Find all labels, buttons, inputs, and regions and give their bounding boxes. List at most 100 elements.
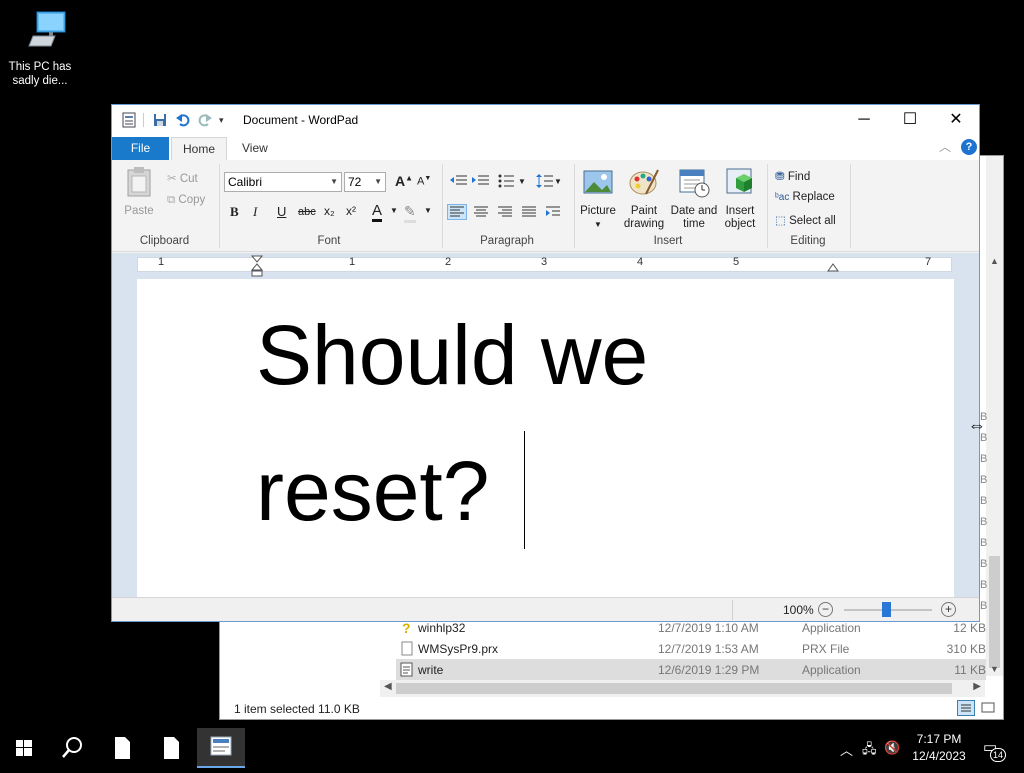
bullet-list-icon[interactable] [498,174,516,188]
clock[interactable]: 7:17 PM 12/4/2023 [905,731,973,765]
tab-file[interactable]: File [112,137,169,160]
italic-button[interactable]: I [253,204,257,220]
document-text-line[interactable]: reset? [256,443,489,540]
file-row-wmsyspr9[interactable]: WMSysPr9.prx 12/7/2019 1:53 AM PRX File … [396,638,986,659]
scissors-icon: ✂ [167,173,177,185]
tab-home[interactable]: Home [171,137,227,160]
file-size: 310 KB [946,642,986,656]
cut-label: Cut [179,173,198,185]
font-family-select[interactable]: Calibri ▼ [224,172,342,192]
scroll-right-icon[interactable]: ▶ [973,681,981,692]
right-indent-marker-icon[interactable] [827,263,839,273]
subscript-button[interactable]: x₂ [324,204,335,218]
taskbar-wordpad-button[interactable] [197,728,245,768]
search-icon [62,737,82,758]
line-spacing-icon[interactable] [536,174,554,188]
save-icon[interactable] [152,112,168,128]
wordpad-app-icon[interactable] [121,112,137,128]
details-view-icon[interactable] [957,700,975,716]
collapse-ribbon-chevron-up-icon[interactable]: ︿ [939,138,951,155]
grow-font-icon[interactable]: A▲ [395,173,413,189]
customize-qat-chevron-down-icon[interactable]: ▾ [219,115,235,131]
select-all-button[interactable]: ⬚ Select all [775,213,836,227]
zoom-level[interactable]: 100% [783,603,814,617]
redo-icon[interactable] [197,112,213,128]
ruler[interactable]: 1 1 2 3 4 5 7 [112,253,979,279]
file-row-write[interactable]: write 12/6/2019 1:29 PM Application 11 K… [396,659,986,680]
ruler-number: 1 [158,256,165,268]
window-title: Document - WordPad [243,113,359,127]
underline-button[interactable]: U [277,204,286,219]
taskbar-file-button[interactable] [147,728,195,768]
zoom-out-icon[interactable]: − [818,602,833,617]
align-left-icon[interactable] [447,204,467,220]
insert-object-button[interactable]: Insert object [720,166,760,231]
show-hidden-icons-chevron-up-icon[interactable]: ︿ [840,740,853,759]
horizontal-scrollbar[interactable]: ◀ ▶ [380,680,985,697]
file-date: 12/7/2019 1:53 AM [658,642,759,656]
insert-object-label: Insert object [724,205,756,230]
date-time-button[interactable]: Date and time [670,166,718,231]
tab-view[interactable]: View [232,137,278,160]
size-fragment: B [980,558,988,570]
zoom-in-icon[interactable]: + [941,602,956,617]
decrease-indent-icon[interactable] [450,174,468,188]
paragraph-settings-icon[interactable] [544,205,562,219]
ribbon: Paste ✂ Cut ⧉ Copy Clipboard Calibri ▼ 72… [112,160,979,252]
file-name: WMSysPr9.prx [418,642,499,656]
replace-button[interactable]: ᵇac Replace [775,191,835,203]
minimize-button[interactable]: ─ [841,105,887,135]
font-size-select[interactable]: 72 ▼ [344,172,386,192]
align-right-icon[interactable] [496,205,514,219]
document-page[interactable]: Should we reset? [137,279,954,597]
font-color-chevron-down-icon[interactable]: ▼ [390,206,398,215]
copy-button[interactable]: ⧉ Copy [167,194,205,207]
cut-button[interactable]: ✂ Cut [167,171,198,185]
scroll-left-icon[interactable]: ◀ [384,681,392,692]
maximize-button[interactable]: ☐ [887,105,933,135]
paint-drawing-button[interactable]: Paint drawing [620,166,668,231]
document-text-line[interactable]: Should we [256,307,648,404]
volume-muted-icon[interactable]: 🔇 [884,740,900,756]
justify-icon[interactable] [520,205,538,219]
large-icons-view-icon[interactable] [980,700,996,716]
taskbar-file-button[interactable] [98,728,146,768]
scroll-down-icon[interactable]: ▼ [990,664,999,674]
start-button[interactable] [0,728,48,768]
strikethrough-button[interactable]: abc [298,206,316,218]
binoculars-icon: ⛃ [775,171,785,183]
line-spacing-chevron-down-icon[interactable]: ▼ [554,177,562,186]
help-icon[interactable]: ? [961,139,977,155]
highlight-pen-icon[interactable]: ✎ [404,203,416,223]
scrollbar-thumb[interactable] [396,683,952,694]
size-fragment: B [980,474,988,486]
desktop-icon-this-pc[interactable]: This PC has sadly die... [4,8,76,92]
zoom-slider-thumb[interactable] [882,602,891,617]
indent-marker-icon[interactable] [251,255,263,277]
ruler-number: 4 [637,256,644,268]
superscript-button[interactable]: x² [346,204,356,218]
file-date: 12/7/2019 1:10 AM [658,621,759,635]
vertical-scrollbar[interactable]: ▲ ▼ [986,156,1003,676]
bullet-list-chevron-down-icon[interactable]: ▼ [518,177,526,186]
ruler-number: 5 [733,256,740,268]
highlight-chevron-down-icon[interactable]: ▼ [424,206,432,215]
font-color-button[interactable]: A [372,202,383,222]
search-button[interactable] [48,728,96,768]
align-center-icon[interactable] [472,205,490,219]
find-button[interactable]: ⛃ Find [775,169,810,183]
close-button[interactable]: ✕ [933,105,979,135]
undo-icon[interactable] [175,112,191,128]
scroll-up-icon[interactable]: ▲ [990,256,999,266]
windows-logo-icon [16,740,32,756]
network-icon[interactable]: 🖧 [862,740,877,762]
bold-button[interactable]: B [230,204,239,220]
title-bar[interactable]: ▾ Document - WordPad ─ ☐ ✕ [112,105,979,135]
svg-text:?: ? [402,620,411,635]
picture-button[interactable]: Picture ▼ [578,166,618,231]
paste-button[interactable]: Paste [122,166,156,218]
scrollbar-thumb[interactable] [989,556,1000,668]
wordpad-window[interactable]: ▾ Document - WordPad ─ ☐ ✕ File Home Vie… [111,104,980,622]
shrink-font-icon[interactable]: A▼ [417,175,431,188]
increase-indent-icon[interactable] [472,174,490,188]
